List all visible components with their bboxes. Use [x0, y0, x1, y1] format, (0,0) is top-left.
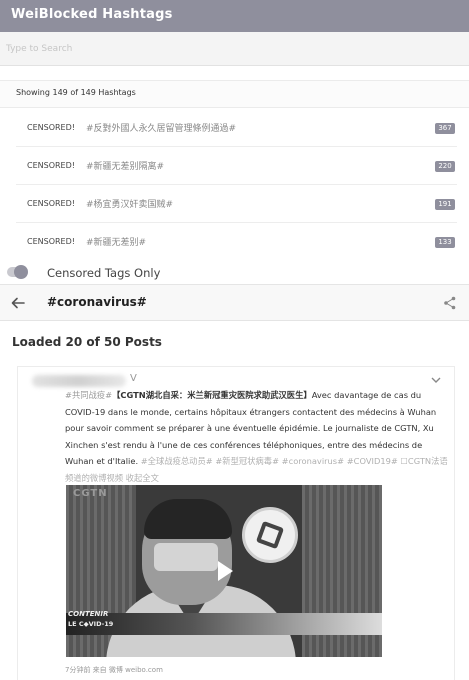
- hospital-logo: [242, 507, 298, 563]
- hashtag-name: #新疆无差别隔离#: [86, 162, 165, 172]
- blurred-username: [32, 375, 126, 387]
- hashtag-list-panel: Showing 149 of 149 Hashtags CENSORED! #反…: [0, 66, 469, 284]
- video-person-hair: [144, 499, 232, 539]
- hashtag-feed: #coronavirus# Loaded 20 of 50 Posts V #共…: [0, 284, 469, 680]
- search-bar: [0, 32, 469, 66]
- hashtag-name: #新疆无差别#: [86, 238, 147, 248]
- post-count-badge: 133: [435, 237, 455, 248]
- play-icon[interactable]: [216, 560, 234, 582]
- censored-status: CENSORED!: [27, 199, 75, 208]
- censored-only-toggle[interactable]: [7, 265, 28, 279]
- censored-status: CENSORED!: [27, 237, 75, 246]
- video-caption-line2: LE C◆VID-19: [68, 620, 114, 628]
- post-text: #共同战疫#【CGTN湖北自采：米兰新冠重灾医院求助武汉医生】Avec dava…: [65, 387, 450, 486]
- post-count-badge: 220: [435, 161, 455, 172]
- post-meta: 7分钟前 来自 微博 weibo.com: [65, 666, 163, 674]
- hashtag-row[interactable]: CENSORED! #反對外國人永久居留管理條例通過# 367: [0, 109, 469, 147]
- loaded-posts-count: Loaded 20 of 50 Posts: [12, 335, 162, 349]
- hashtag-row[interactable]: CENSORED! #新疆无差别隔离# 220: [0, 147, 469, 185]
- showing-count: Showing 149 of 149 Hashtags: [16, 88, 136, 97]
- censored-only-label: Censored Tags Only: [47, 266, 161, 280]
- video-person-mask: [154, 543, 218, 571]
- chevron-down-icon[interactable]: [430, 375, 442, 385]
- showing-count-row: Showing 149 of 149 Hashtags: [0, 80, 469, 108]
- hashtag-row[interactable]: CENSORED! #杨宜勇汉奸卖国贼# 191: [0, 185, 469, 223]
- censored-status: CENSORED!: [27, 161, 75, 170]
- feed-hashtag-title: #coronavirus#: [47, 295, 147, 309]
- video-lower-third: [66, 613, 382, 635]
- app-title-bar: WeiBlocked Hashtags: [0, 0, 469, 32]
- video-channel-watermark: CGTN: [73, 488, 108, 499]
- hashtag-name: #杨宜勇汉奸卖国贼#: [86, 200, 174, 210]
- post-prefix-tag[interactable]: #共同战疫#: [65, 390, 112, 400]
- app-title: WeiBlocked Hashtags: [11, 7, 173, 22]
- video-player[interactable]: CGTN CONTENIR LE C◆VID-19: [66, 485, 382, 657]
- back-arrow-icon[interactable]: [10, 295, 26, 311]
- verified-badge: V: [130, 373, 137, 384]
- post-content: Avec davantage de cas du COVID-19 dans l…: [65, 390, 437, 466]
- post-headline: 【CGTN湖北自采：米兰新冠重灾医院求助武汉医生】: [112, 390, 312, 400]
- video-caption-line1: CONTENIR: [68, 610, 109, 618]
- share-icon[interactable]: [443, 296, 457, 310]
- toggle-knob: [14, 265, 28, 279]
- search-input[interactable]: [6, 40, 461, 58]
- censored-status: CENSORED!: [27, 123, 75, 132]
- post-count-badge: 191: [435, 199, 455, 210]
- weibo-post: V #共同战疫#【CGTN湖北自采：米兰新冠重灾医院求助武汉医生】Avec da…: [17, 366, 455, 680]
- post-count-badge: 367: [435, 123, 455, 134]
- hashtag-name: #反對外國人永久居留管理條例通過#: [86, 124, 237, 134]
- hashtag-row[interactable]: CENSORED! #新疆无差别# 133: [0, 223, 469, 261]
- feed-header: #coronavirus#: [0, 285, 469, 321]
- censored-only-toggle-row: Censored Tags Only: [0, 262, 469, 284]
